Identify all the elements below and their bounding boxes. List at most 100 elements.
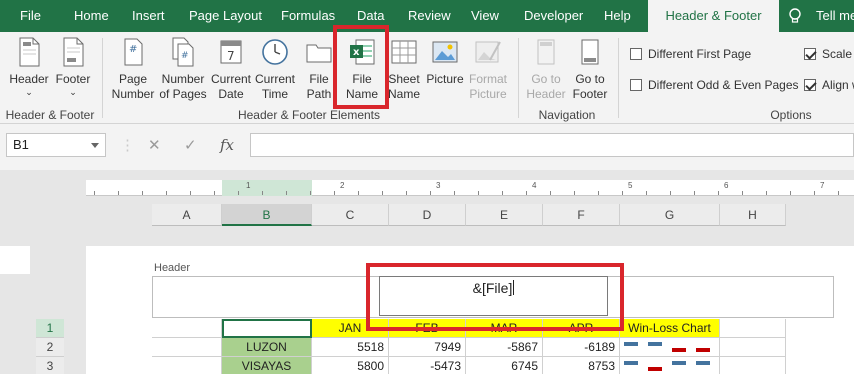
worksheet-page-layout: 1 2 3 4 5 6 7 A B C D E F G H Header &[F… bbox=[0, 170, 854, 374]
loss-bar bbox=[648, 367, 662, 371]
scale-with-document-checkbox[interactable]: Scale w bbox=[804, 47, 854, 61]
cell-h2[interactable] bbox=[720, 338, 786, 357]
go-to-footer-button[interactable]: Go to Footer bbox=[568, 36, 612, 102]
different-odd-even-checkbox[interactable]: Different Odd & Even Pages bbox=[630, 78, 799, 92]
cell-f2[interactable]: -6189 bbox=[543, 338, 620, 357]
checkbox-box[interactable] bbox=[630, 48, 642, 60]
checkbox-box[interactable] bbox=[630, 79, 642, 91]
tab-help[interactable]: Help bbox=[604, 0, 631, 32]
tab-insert[interactable]: Insert bbox=[132, 0, 165, 32]
file-name-highlight bbox=[333, 25, 389, 109]
footer-button-label: Footer bbox=[55, 72, 91, 86]
cell-d2[interactable]: 7949 bbox=[389, 338, 466, 357]
formula-bar: B1 ⋮ ✕ ✓ fx bbox=[0, 124, 854, 170]
chevron-down-icon: ⌄ bbox=[25, 87, 33, 97]
ruler-number: 1 bbox=[246, 181, 251, 190]
cell-d3[interactable]: -5473 bbox=[389, 357, 466, 374]
enter-icon[interactable]: ✓ bbox=[184, 136, 197, 154]
chevron-down-icon[interactable] bbox=[91, 143, 99, 148]
ruler-tick bbox=[670, 191, 671, 195]
lightbulb-icon bbox=[789, 8, 801, 23]
tab-review[interactable]: Review bbox=[408, 0, 451, 32]
calendar-icon: 7 bbox=[220, 40, 242, 64]
column-header-g[interactable]: G bbox=[620, 204, 720, 226]
ruler-tick bbox=[814, 191, 815, 195]
cancel-icon[interactable]: ✕ bbox=[148, 136, 161, 154]
ruler-tick bbox=[694, 191, 695, 195]
svg-text:7: 7 bbox=[227, 49, 235, 63]
cell-b2[interactable]: LUZON bbox=[222, 338, 312, 357]
current-time-button[interactable]: Current Time bbox=[252, 36, 298, 102]
group-separator bbox=[518, 38, 519, 118]
tab-home[interactable]: Home bbox=[74, 0, 109, 32]
insert-function-icon[interactable]: fx bbox=[220, 136, 234, 154]
different-first-page-checkbox[interactable]: Different First Page bbox=[630, 47, 751, 61]
tab-header-footer[interactable]: Header & Footer bbox=[648, 0, 779, 32]
row-header-2[interactable]: 2 bbox=[36, 338, 64, 357]
cell-a2[interactable] bbox=[152, 338, 222, 357]
align-with-margins-checkbox[interactable]: Align w bbox=[804, 78, 854, 92]
loss-bar bbox=[696, 348, 710, 352]
format-picture-icon bbox=[475, 41, 501, 63]
cell-f3[interactable]: 8753 bbox=[543, 357, 620, 374]
ruler-tick bbox=[286, 191, 287, 195]
checkbox-box[interactable] bbox=[804, 48, 816, 60]
column-header-e[interactable]: E bbox=[466, 204, 543, 226]
excel-window: File Home Insert Page Layout Formulas Da… bbox=[0, 0, 854, 374]
go-to-header-button[interactable]: Go to Header bbox=[524, 36, 568, 102]
tab-developer[interactable]: Developer bbox=[524, 0, 583, 32]
page-number-button[interactable]: # Page Number bbox=[110, 36, 156, 102]
footer-button[interactable]: Footer ⌄ bbox=[52, 36, 94, 97]
cell-g3[interactable] bbox=[620, 357, 720, 374]
format-picture-button[interactable]: Format Picture bbox=[464, 36, 512, 102]
number-of-pages-button[interactable]: # Number of Pages bbox=[158, 36, 208, 102]
column-header-f[interactable]: F bbox=[543, 204, 620, 226]
header-button[interactable]: Header ⌄ bbox=[6, 36, 52, 97]
cell-c3[interactable]: 5800 bbox=[312, 357, 389, 374]
sheet-name-button[interactable]: Sheet Name bbox=[384, 36, 424, 102]
loss-bar bbox=[672, 348, 686, 352]
column-header-a[interactable]: A bbox=[152, 204, 222, 226]
column-header-b[interactable]: B bbox=[222, 204, 312, 226]
cell-b3[interactable]: VISAYAS bbox=[222, 357, 312, 374]
tab-view[interactable]: View bbox=[471, 0, 499, 32]
group-label-header-footer: Header & Footer bbox=[5, 108, 95, 122]
ruler-tick bbox=[310, 191, 311, 195]
more-icon: ⋮ bbox=[120, 137, 135, 154]
name-box[interactable]: B1 bbox=[6, 133, 106, 157]
formula-input[interactable] bbox=[250, 133, 854, 157]
current-date-button[interactable]: 7 Current Date bbox=[208, 36, 254, 102]
column-header-d[interactable]: D bbox=[389, 204, 466, 226]
picture-button[interactable]: Picture bbox=[424, 36, 466, 87]
checkbox-box[interactable] bbox=[804, 79, 816, 91]
tab-formulas[interactable]: Formulas bbox=[281, 0, 335, 32]
row-header-1[interactable]: 1 bbox=[36, 319, 64, 338]
group-separator bbox=[102, 38, 103, 118]
cell-c2[interactable]: 5518 bbox=[312, 338, 389, 357]
cell-e2[interactable]: -5867 bbox=[466, 338, 543, 357]
ruler-tick bbox=[838, 191, 839, 195]
tab-file[interactable]: File bbox=[20, 0, 41, 32]
cell-b1[interactable] bbox=[222, 319, 312, 338]
cell-h1[interactable] bbox=[720, 319, 786, 338]
go-to-footer-icon bbox=[581, 39, 599, 65]
cell-e3[interactable]: 6745 bbox=[466, 357, 543, 374]
cell-h3[interactable] bbox=[720, 357, 786, 374]
ruler-tick bbox=[262, 191, 263, 195]
row-header-3[interactable]: 3 bbox=[36, 357, 64, 374]
header-button-label: Header bbox=[9, 72, 49, 86]
column-header-c[interactable]: C bbox=[312, 204, 389, 226]
ruler-tick bbox=[358, 191, 359, 195]
cell-g1[interactable]: Win-Loss Chart bbox=[620, 319, 720, 338]
cell-g2[interactable] bbox=[620, 338, 720, 357]
group-label-options: Options bbox=[770, 108, 812, 122]
ruler-tick bbox=[166, 191, 167, 195]
cell-a1[interactable] bbox=[152, 319, 222, 338]
cell-a3[interactable] bbox=[152, 357, 222, 374]
tell-me-search[interactable]: Tell me bbox=[816, 0, 854, 32]
folder-icon bbox=[306, 44, 332, 63]
column-header-h[interactable]: H bbox=[720, 204, 786, 226]
clock-icon bbox=[262, 39, 288, 65]
page-number-icon: # bbox=[124, 38, 143, 66]
tab-page-layout[interactable]: Page Layout bbox=[189, 0, 262, 32]
